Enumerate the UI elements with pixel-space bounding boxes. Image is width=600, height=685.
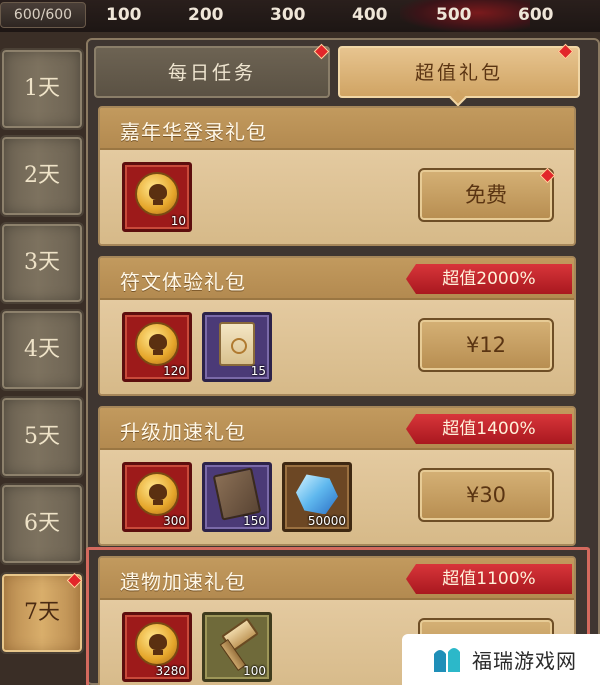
day-tab-5[interactable]: 5天 — [0, 396, 84, 478]
item-quantity: 300 — [163, 514, 186, 528]
reward-item[interactable]: 50000 — [282, 462, 352, 532]
pack-card-login: 嘉年华登录礼包 10 免费 — [98, 106, 576, 246]
day-tab-1[interactable]: 1天 — [0, 48, 84, 130]
pack-card-upgrade: 升级加速礼包 超值1400% 300 150 50000 ¥30 — [98, 406, 576, 546]
buy-button[interactable]: ¥30 — [418, 468, 554, 522]
milestone-300[interactable]: 300 — [270, 3, 306, 27]
item-quantity: 150 — [243, 514, 266, 528]
reward-item[interactable]: 100 — [202, 612, 272, 682]
claim-free-button[interactable]: 免费 — [418, 168, 554, 222]
day-tab-4[interactable]: 4天 — [0, 309, 84, 391]
day-tab-6[interactable]: 6天 — [0, 483, 84, 565]
rune-scroll-icon — [219, 322, 255, 367]
milestone-600[interactable]: 600 — [518, 3, 554, 27]
milestone-500[interactable]: 500 — [436, 3, 472, 27]
value-badge: 超值1400% — [406, 414, 572, 444]
pack-header: 遗物加速礼包 超值1100% — [100, 558, 574, 600]
pack-body: 120 15 ¥12 — [100, 300, 574, 394]
item-quantity: 3280 — [155, 664, 186, 678]
pack-header: 符文体验礼包 超值2000% — [100, 258, 574, 300]
progress-counter: 600/600 — [0, 2, 86, 28]
site-watermark: 福瑞游戏网 — [402, 634, 600, 685]
item-quantity: 50000 — [307, 514, 346, 528]
value-badge: 超值1100% — [406, 564, 572, 594]
reward-item[interactable]: 15 — [202, 312, 272, 382]
reward-item[interactable]: 10 — [122, 162, 192, 232]
pack-title: 遗物加速礼包 — [120, 570, 246, 594]
day-tab-2[interactable]: 2天 — [0, 135, 84, 217]
progress-bar: 600/600 100 200 300 400 500 600 — [0, 0, 600, 32]
reward-item[interactable]: 150 — [202, 462, 272, 532]
pack-title: 符文体验礼包 — [120, 270, 246, 294]
tab-daily-tasks[interactable]: 每日任务 — [94, 46, 330, 98]
pack-title: 嘉年华登录礼包 — [120, 120, 267, 144]
milestone-200[interactable]: 200 — [188, 3, 224, 27]
skull-coin-icon — [135, 472, 179, 517]
blue-crystal-icon — [296, 474, 338, 515]
item-quantity: 15 — [250, 364, 266, 378]
site-logo-icon — [434, 648, 460, 672]
milestone-100[interactable]: 100 — [106, 3, 142, 27]
item-quantity: 120 — [163, 364, 186, 378]
milestone-400[interactable]: 400 — [352, 3, 388, 27]
buy-button[interactable]: ¥12 — [418, 318, 554, 372]
pack-body: 300 150 50000 ¥30 — [100, 450, 574, 544]
reward-item[interactable]: 300 — [122, 462, 192, 532]
pack-header: 升级加速礼包 超值1400% — [100, 408, 574, 450]
value-badge: 超值2000% — [406, 264, 572, 294]
item-quantity: 10 — [170, 214, 186, 228]
skull-coin-icon — [135, 172, 179, 217]
skull-coin-icon — [135, 322, 179, 367]
hammer-icon — [214, 621, 260, 667]
pack-header: 嘉年华登录礼包 — [100, 108, 574, 150]
day-tab-3[interactable]: 3天 — [0, 222, 84, 304]
item-quantity: 100 — [243, 664, 266, 678]
reward-item[interactable]: 120 — [122, 312, 192, 382]
pack-body: 10 免费 — [100, 150, 574, 244]
reward-item[interactable]: 3280 — [122, 612, 192, 682]
pack-title: 升级加速礼包 — [120, 420, 246, 444]
pack-card-rune: 符文体验礼包 超值2000% 120 15 ¥12 — [98, 256, 576, 396]
skull-coin-icon — [135, 622, 179, 667]
watermark-text: 福瑞游戏网 — [472, 649, 577, 673]
